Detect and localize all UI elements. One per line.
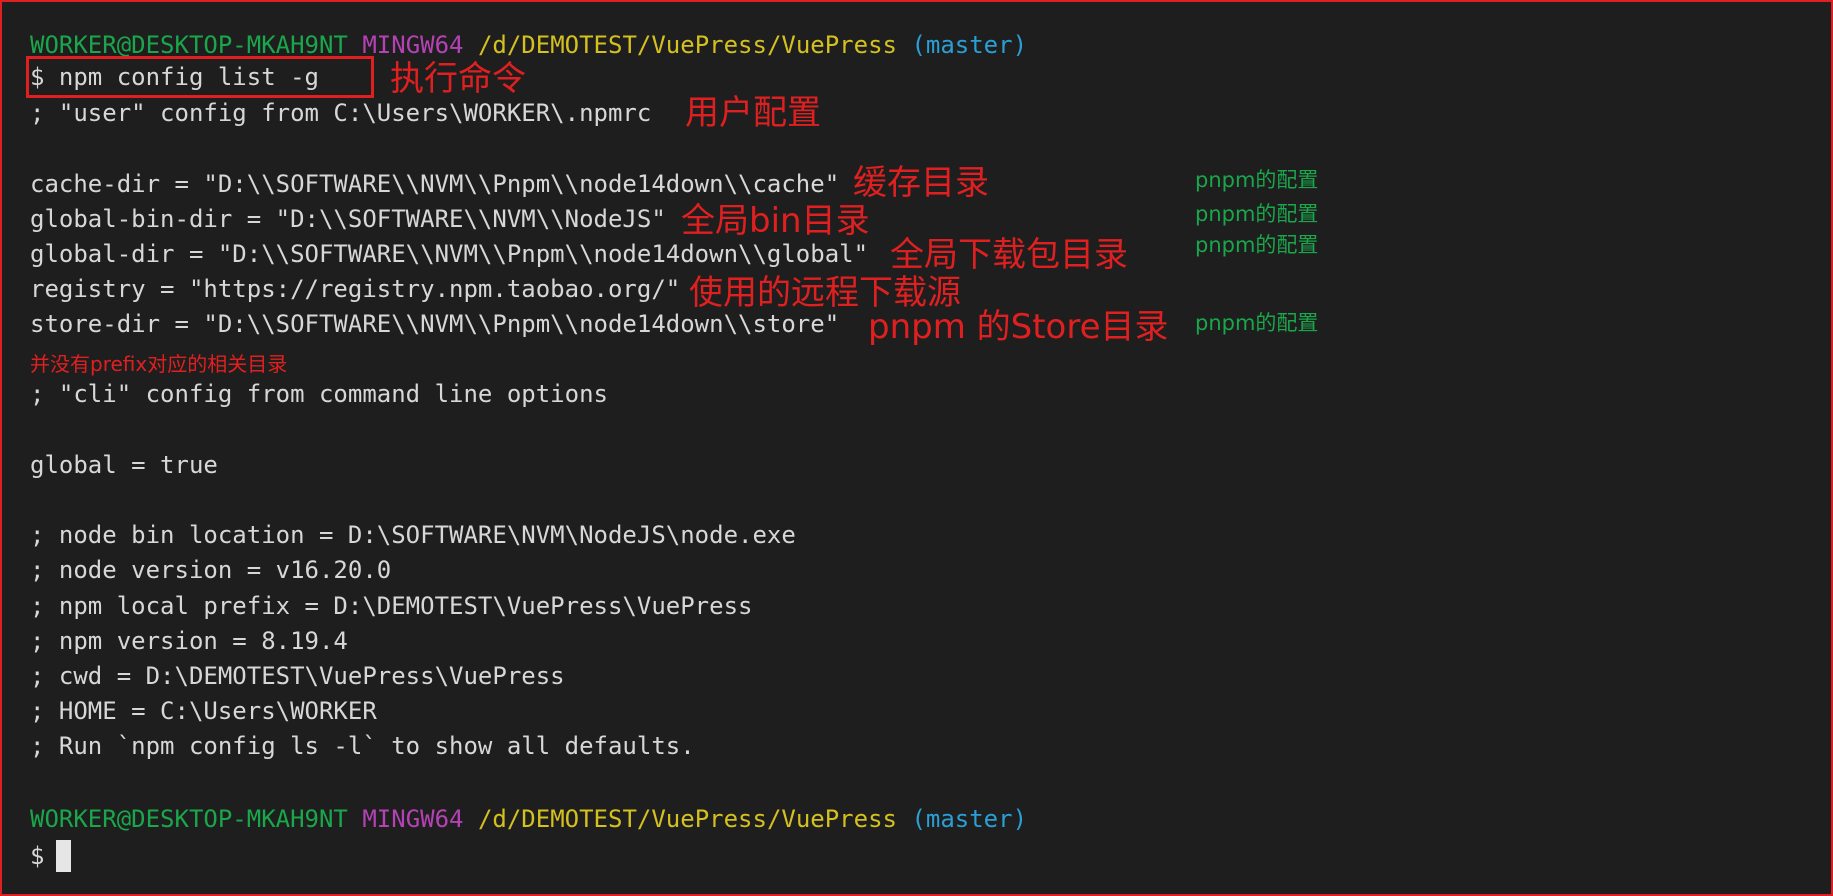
prompt-shell: MINGW64 (362, 31, 464, 59)
output-store-dir: store-dir = "D:\\SOFTWARE\\NVM\\Pnpm\\no… (30, 310, 840, 338)
prompt-path: /d/DEMOTEST/VuePress/VuePress (477, 31, 897, 59)
output-cache-dir: cache-dir = "D:\\SOFTWARE\\NVM\\Pnpm\\no… (30, 170, 840, 198)
annotation-pnpm-store: pnpm 的Store目录 (868, 307, 1169, 347)
annotation-execute-command: 执行命令 (390, 59, 526, 99)
prompt-symbol-2: $ (30, 842, 45, 870)
note-pnpm-config-4: pnpm的配置 (1195, 311, 1319, 335)
text-cursor[interactable] (56, 840, 72, 872)
input-line[interactable]: $ (30, 840, 72, 872)
annotation-user-config: 用户配置 (685, 93, 821, 133)
annotation-global-bin: 全局bin目录 (681, 201, 870, 241)
output-npm-local-prefix: ; npm local prefix = D:\DEMOTEST\VuePres… (30, 592, 753, 620)
prompt-user-host-2: WORKER@DESKTOP-MKAH9NT (30, 805, 348, 833)
note-pnpm-config-3: pnpm的配置 (1195, 233, 1319, 257)
output-cwd: ; cwd = D:\DEMOTEST\VuePress\VuePress (30, 662, 565, 690)
prompt-line-2: WORKER@DESKTOP-MKAH9NT MINGW64 /d/DEMOTE… (30, 804, 1027, 834)
prompt-path-2: /d/DEMOTEST/VuePress/VuePress (477, 805, 897, 833)
output-cli-config-header: ; "cli" config from command line options (30, 380, 608, 408)
command-highlight-box (26, 56, 374, 98)
output-node-version: ; node version = v16.20.0 (30, 556, 392, 584)
prompt-branch-2: (master) (911, 805, 1028, 833)
output-home: ; HOME = C:\Users\WORKER (30, 697, 377, 725)
prompt-shell-2: MINGW64 (362, 805, 464, 833)
output-registry: registry = "https://registry.npm.taobao.… (30, 275, 681, 303)
output-user-config-header: ; "user" config from C:\Users\WORKER\.np… (30, 99, 652, 127)
annotation-no-prefix: 并没有prefix对应的相关目录 (30, 352, 288, 376)
output-run-hint: ; Run `npm config ls -l` to show all def… (30, 732, 695, 760)
output-global: global = true (30, 451, 218, 479)
terminal-window[interactable]: WORKER@DESKTOP-MKAH9NT MINGW64 /d/DEMOTE… (0, 0, 1833, 896)
note-pnpm-config-1: pnpm的配置 (1195, 168, 1319, 192)
output-npm-version: ; npm version = 8.19.4 (30, 627, 348, 655)
output-node-bin-location: ; node bin location = D:\SOFTWARE\NVM\No… (30, 521, 796, 549)
output-global-dir: global-dir = "D:\\SOFTWARE\\NVM\\Pnpm\\n… (30, 240, 869, 268)
prompt-user-host: WORKER@DESKTOP-MKAH9NT (30, 31, 348, 59)
note-pnpm-config-2: pnpm的配置 (1195, 202, 1319, 226)
output-global-bin-dir: global-bin-dir = "D:\\SOFTWARE\\NVM\\Nod… (30, 205, 666, 233)
annotation-global-download: 全局下载包目录 (890, 235, 1128, 275)
annotation-cache-dir: 缓存目录 (853, 163, 989, 203)
prompt-branch: (master) (911, 31, 1028, 59)
